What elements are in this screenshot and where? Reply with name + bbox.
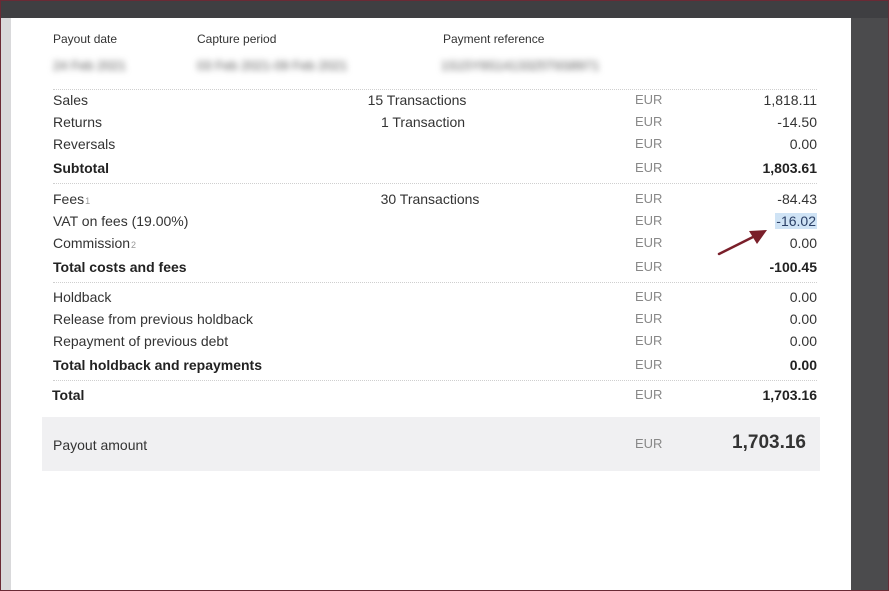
payout-statement: Payout date Capture period Payment refer… [11, 18, 851, 591]
row-currency: EUR [635, 387, 663, 402]
vat-on-fees-row: VAT on fees (19.00%) EUR -16.02 [53, 213, 817, 233]
payout-summary: Payout amount EUR 1,703.16 [42, 417, 820, 471]
payment-reference-value: 1S15Y9S1413325T6S8971 [441, 58, 600, 73]
row-label: Release from previous holdback [53, 311, 253, 327]
row-label: Repayment of previous debt [53, 333, 229, 349]
row-currency: EUR [635, 191, 663, 206]
commission-row: Commission2 EUR 0.00 [53, 235, 817, 255]
row-label: Reversals [53, 136, 116, 152]
row-amount: 0.00 [789, 311, 817, 327]
row-amount: -100.45 [769, 259, 817, 275]
footnote-marker: 2 [131, 240, 137, 250]
row-transactions: 30 Transactions [380, 191, 480, 207]
row-label: Total costs and fees [53, 259, 187, 275]
payout-date-value: 24 Feb 2021 [53, 58, 127, 73]
row-currency: EUR [635, 92, 663, 107]
payout-amount: 1,703.16 [732, 432, 806, 453]
row-amount: 0.00 [789, 357, 817, 373]
row-currency: EUR [635, 114, 663, 129]
subtotal-row: Subtotal EUR 1,803.61 [53, 160, 817, 180]
row-amount: -14.50 [777, 114, 817, 130]
row-amount: 1,803.61 [762, 160, 818, 176]
total-holdback-row: Total holdback and repayments EUR 0.00 [53, 357, 817, 377]
payment-reference-label: Payment reference [443, 32, 545, 46]
fees-row: Fees1 30 Transactions EUR -84.43 [53, 191, 817, 211]
row-label: Holdback [53, 289, 112, 305]
divider [53, 183, 817, 184]
sales-row: Sales 15 Transactions EUR 1,818.11 [53, 92, 817, 112]
capture-period-value: 03 Feb 2021-09 Feb 2021 [197, 58, 348, 73]
total-costs-row: Total costs and fees EUR -100.45 [53, 259, 817, 279]
window-top-bar [0, 0, 889, 18]
right-gutter [851, 18, 889, 591]
payout-currency: EUR [635, 436, 663, 451]
fees-label-text: Fees [53, 191, 85, 207]
row-currency: EUR [635, 213, 663, 228]
row-amount: 1,703.16 [762, 387, 818, 403]
row-amount: 0.00 [789, 289, 817, 305]
reversals-row: Reversals EUR 0.00 [53, 136, 817, 156]
row-currency: EUR [635, 235, 663, 250]
divider [53, 89, 817, 90]
row-currency: EUR [635, 357, 663, 372]
payout-label: Payout amount [53, 437, 148, 453]
row-label: Commission2 [53, 235, 136, 251]
row-amount: -84.43 [777, 191, 817, 207]
footnote-marker: 1 [85, 196, 91, 206]
grand-total-row: Total EUR 1,703.16 [52, 387, 818, 407]
row-amount: 1,818.11 [763, 92, 817, 108]
row-amount: 0.00 [789, 235, 817, 251]
row-label: Total holdback and repayments [53, 357, 263, 373]
row-amount-highlighted[interactable]: -16.02 [775, 213, 817, 229]
row-label: Returns [53, 114, 103, 130]
payout-date-label: Payout date [53, 32, 118, 46]
left-edge [0, 18, 11, 591]
row-currency: EUR [635, 289, 663, 304]
repayment-debt-row: Repayment of previous debt EUR 0.00 [53, 333, 817, 353]
row-transactions: 1 Transaction [380, 114, 466, 130]
row-amount: 0.00 [789, 136, 817, 152]
divider [53, 282, 817, 283]
row-currency: EUR [635, 136, 663, 151]
row-label: Total [52, 387, 85, 403]
row-currency: EUR [635, 333, 663, 348]
release-holdback-row: Release from previous holdback EUR 0.00 [53, 311, 817, 331]
row-label: VAT on fees (19.00%) [53, 213, 189, 229]
row-currency: EUR [635, 160, 663, 175]
row-label: Subtotal [53, 160, 109, 176]
row-transactions: 15 Transactions [367, 92, 467, 108]
row-currency: EUR [635, 311, 663, 326]
row-label: Sales [53, 92, 89, 108]
capture-period-label: Capture period [197, 32, 277, 46]
holdback-row: Holdback EUR 0.00 [53, 289, 817, 309]
divider [53, 380, 817, 381]
returns-row: Returns 1 Transaction EUR -14.50 [53, 114, 817, 134]
row-amount: 0.00 [789, 333, 817, 349]
row-currency: EUR [635, 259, 663, 274]
annotation-arrow-icon [717, 230, 767, 256]
commission-label-text: Commission [53, 235, 131, 251]
row-label: Fees1 [53, 191, 90, 207]
